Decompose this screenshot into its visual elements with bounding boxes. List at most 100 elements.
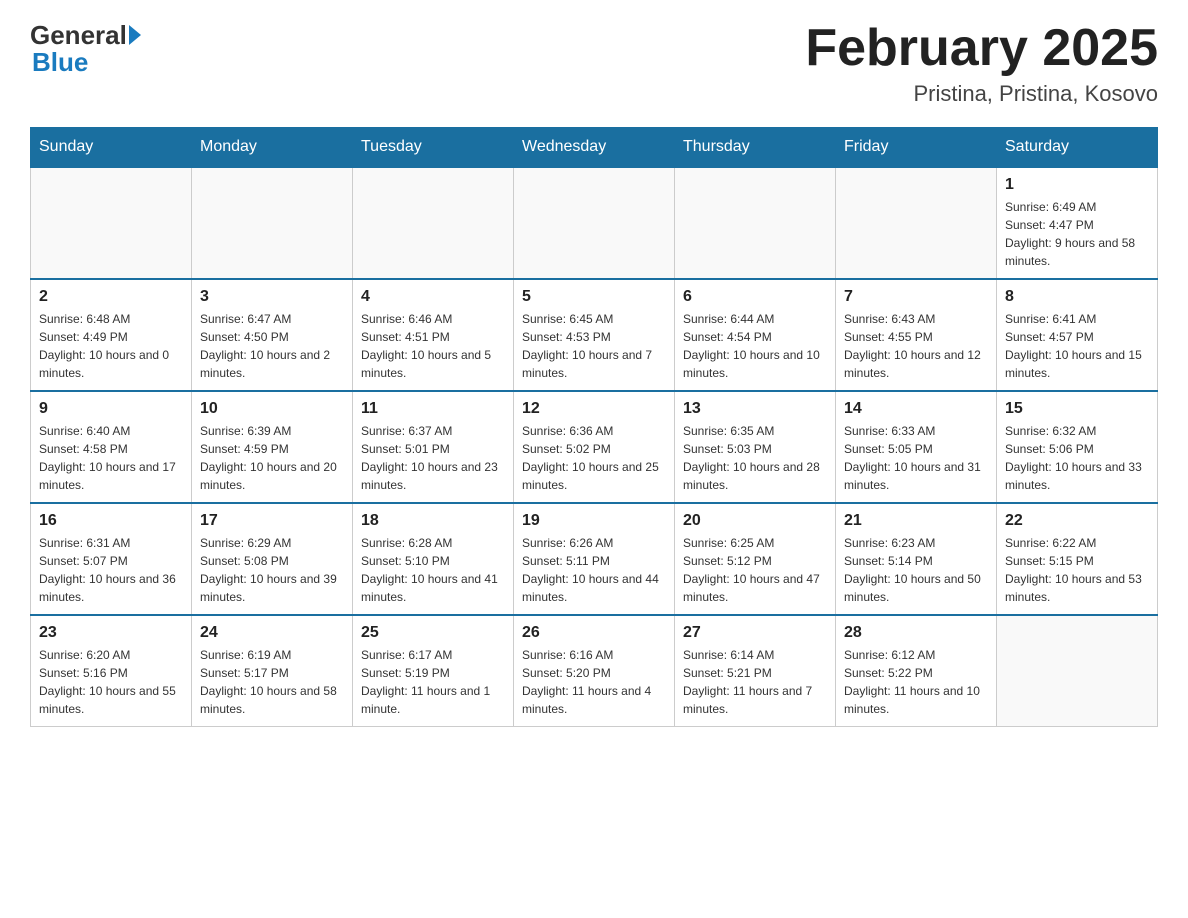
calendar-cell: 27 Sunrise: 6:14 AMSunset: 5:21 PMDayligh… [675, 615, 836, 727]
calendar-cell [353, 167, 514, 279]
logo: General Blue [30, 20, 141, 78]
day-of-week-header: Friday [836, 128, 997, 168]
day-number: 5 [522, 288, 666, 306]
day-number: 11 [361, 400, 505, 418]
day-number: 22 [1005, 512, 1149, 530]
day-info: Sunrise: 6:25 AMSunset: 5:12 PMDaylight:… [683, 534, 827, 606]
day-number: 27 [683, 624, 827, 642]
calendar-week-row: 9 Sunrise: 6:40 AMSunset: 4:58 PMDaylight… [31, 391, 1158, 503]
calendar-cell [836, 167, 997, 279]
day-number: 1 [1005, 176, 1149, 194]
calendar-cell: 15 Sunrise: 6:32 AMSunset: 5:06 PMDayligh… [997, 391, 1158, 503]
day-number: 8 [1005, 288, 1149, 306]
calendar-cell: 28 Sunrise: 6:12 AMSunset: 5:22 PMDayligh… [836, 615, 997, 727]
day-info: Sunrise: 6:16 AMSunset: 5:20 PMDaylight:… [522, 646, 666, 718]
day-number: 2 [39, 288, 183, 306]
day-info: Sunrise: 6:22 AMSunset: 5:15 PMDaylight:… [1005, 534, 1149, 606]
day-info: Sunrise: 6:33 AMSunset: 5:05 PMDaylight:… [844, 422, 988, 494]
day-info: Sunrise: 6:31 AMSunset: 5:07 PMDaylight:… [39, 534, 183, 606]
month-title: February 2025 [805, 20, 1158, 77]
calendar-week-row: 2 Sunrise: 6:48 AMSunset: 4:49 PMDaylight… [31, 279, 1158, 391]
day-info: Sunrise: 6:12 AMSunset: 5:22 PMDaylight:… [844, 646, 988, 718]
day-info: Sunrise: 6:43 AMSunset: 4:55 PMDaylight:… [844, 310, 988, 382]
day-info: Sunrise: 6:32 AMSunset: 5:06 PMDaylight:… [1005, 422, 1149, 494]
day-number: 20 [683, 512, 827, 530]
day-number: 14 [844, 400, 988, 418]
day-info: Sunrise: 6:26 AMSunset: 5:11 PMDaylight:… [522, 534, 666, 606]
day-number: 7 [844, 288, 988, 306]
logo-blue-row: Blue [32, 47, 88, 78]
day-number: 15 [1005, 400, 1149, 418]
day-info: Sunrise: 6:35 AMSunset: 5:03 PMDaylight:… [683, 422, 827, 494]
calendar-cell: 14 Sunrise: 6:33 AMSunset: 5:05 PMDayligh… [836, 391, 997, 503]
calendar-cell [997, 615, 1158, 727]
logo-arrow-icon [129, 25, 141, 45]
day-number: 26 [522, 624, 666, 642]
day-of-week-header: Thursday [675, 128, 836, 168]
title-section: February 2025 Pristina, Pristina, Kosovo [805, 20, 1158, 107]
calendar-cell: 7 Sunrise: 6:43 AMSunset: 4:55 PMDaylight… [836, 279, 997, 391]
day-info: Sunrise: 6:46 AMSunset: 4:51 PMDaylight:… [361, 310, 505, 382]
day-info: Sunrise: 6:48 AMSunset: 4:49 PMDaylight:… [39, 310, 183, 382]
calendar-week-row: 16Sunrise: 6:31 AMSunset: 5:07 PMDayligh… [31, 503, 1158, 615]
day-info: Sunrise: 6:28 AMSunset: 5:10 PMDaylight:… [361, 534, 505, 606]
day-of-week-header: Saturday [997, 128, 1158, 168]
day-number: 6 [683, 288, 827, 306]
day-info: Sunrise: 6:41 AMSunset: 4:57 PMDaylight:… [1005, 310, 1149, 382]
day-info: Sunrise: 6:49 AMSunset: 4:47 PMDaylight:… [1005, 198, 1149, 270]
calendar-cell: 16Sunrise: 6:31 AMSunset: 5:07 PMDayligh… [31, 503, 192, 615]
calendar-week-row: 23 Sunrise: 6:20 AMSunset: 5:16 PMDayligh… [31, 615, 1158, 727]
day-info: Sunrise: 6:39 AMSunset: 4:59 PMDaylight:… [200, 422, 344, 494]
calendar-cell: 23 Sunrise: 6:20 AMSunset: 5:16 PMDayligh… [31, 615, 192, 727]
day-info: Sunrise: 6:37 AMSunset: 5:01 PMDaylight:… [361, 422, 505, 494]
day-number: 18 [361, 512, 505, 530]
day-number: 23 [39, 624, 183, 642]
calendar-cell: 2 Sunrise: 6:48 AMSunset: 4:49 PMDaylight… [31, 279, 192, 391]
calendar-cell: 25 Sunrise: 6:17 AMSunset: 5:19 PMDayligh… [353, 615, 514, 727]
calendar-cell: 18 Sunrise: 6:28 AMSunset: 5:10 PMDayligh… [353, 503, 514, 615]
day-number: 17 [200, 512, 344, 530]
calendar-table: SundayMondayTuesdayWednesdayThursdayFrid… [30, 127, 1158, 727]
day-info: Sunrise: 6:17 AMSunset: 5:19 PMDaylight:… [361, 646, 505, 718]
calendar-cell: 4 Sunrise: 6:46 AMSunset: 4:51 PMDaylight… [353, 279, 514, 391]
day-number: 28 [844, 624, 988, 642]
calendar-cell: 26 Sunrise: 6:16 AMSunset: 5:20 PMDayligh… [514, 615, 675, 727]
calendar-cell: 24 Sunrise: 6:19 AMSunset: 5:17 PMDayligh… [192, 615, 353, 727]
day-of-week-header: Wednesday [514, 128, 675, 168]
calendar-cell: 10 Sunrise: 6:39 AMSunset: 4:59 PMDayligh… [192, 391, 353, 503]
day-info: Sunrise: 6:19 AMSunset: 5:17 PMDaylight:… [200, 646, 344, 718]
day-info: Sunrise: 6:29 AMSunset: 5:08 PMDaylight:… [200, 534, 344, 606]
page-header: General Blue February 2025 Pristina, Pri… [30, 20, 1158, 107]
calendar-cell [514, 167, 675, 279]
calendar-cell: 6Sunrise: 6:44 AMSunset: 4:54 PMDaylight… [675, 279, 836, 391]
day-of-week-header: Monday [192, 128, 353, 168]
day-info: Sunrise: 6:45 AMSunset: 4:53 PMDaylight:… [522, 310, 666, 382]
calendar-cell: 5 Sunrise: 6:45 AMSunset: 4:53 PMDaylight… [514, 279, 675, 391]
calendar-cell: 9 Sunrise: 6:40 AMSunset: 4:58 PMDaylight… [31, 391, 192, 503]
day-info: Sunrise: 6:14 AMSunset: 5:21 PMDaylight:… [683, 646, 827, 718]
day-number: 4 [361, 288, 505, 306]
day-number: 19 [522, 512, 666, 530]
day-number: 12 [522, 400, 666, 418]
day-number: 13 [683, 400, 827, 418]
day-info: Sunrise: 6:40 AMSunset: 4:58 PMDaylight:… [39, 422, 183, 494]
day-info: Sunrise: 6:36 AMSunset: 5:02 PMDaylight:… [522, 422, 666, 494]
day-number: 10 [200, 400, 344, 418]
day-number: 25 [361, 624, 505, 642]
calendar-cell [192, 167, 353, 279]
day-number: 9 [39, 400, 183, 418]
calendar-cell: 22 Sunrise: 6:22 AMSunset: 5:15 PMDayligh… [997, 503, 1158, 615]
calendar-cell: 13 Sunrise: 6:35 AMSunset: 5:03 PMDayligh… [675, 391, 836, 503]
day-info: Sunrise: 6:20 AMSunset: 5:16 PMDaylight:… [39, 646, 183, 718]
calendar-cell: 3 Sunrise: 6:47 AMSunset: 4:50 PMDaylight… [192, 279, 353, 391]
day-number: 21 [844, 512, 988, 530]
calendar-cell: 19 Sunrise: 6:26 AMSunset: 5:11 PMDayligh… [514, 503, 675, 615]
calendar-cell: 11 Sunrise: 6:37 AMSunset: 5:01 PMDayligh… [353, 391, 514, 503]
day-number: 24 [200, 624, 344, 642]
calendar-cell: 21Sunrise: 6:23 AMSunset: 5:14 PMDayligh… [836, 503, 997, 615]
calendar-cell: 1 Sunrise: 6:49 AMSunset: 4:47 PMDaylight… [997, 167, 1158, 279]
calendar-cell [31, 167, 192, 279]
day-number: 3 [200, 288, 344, 306]
day-info: Sunrise: 6:47 AMSunset: 4:50 PMDaylight:… [200, 310, 344, 382]
day-of-week-header: Sunday [31, 128, 192, 168]
